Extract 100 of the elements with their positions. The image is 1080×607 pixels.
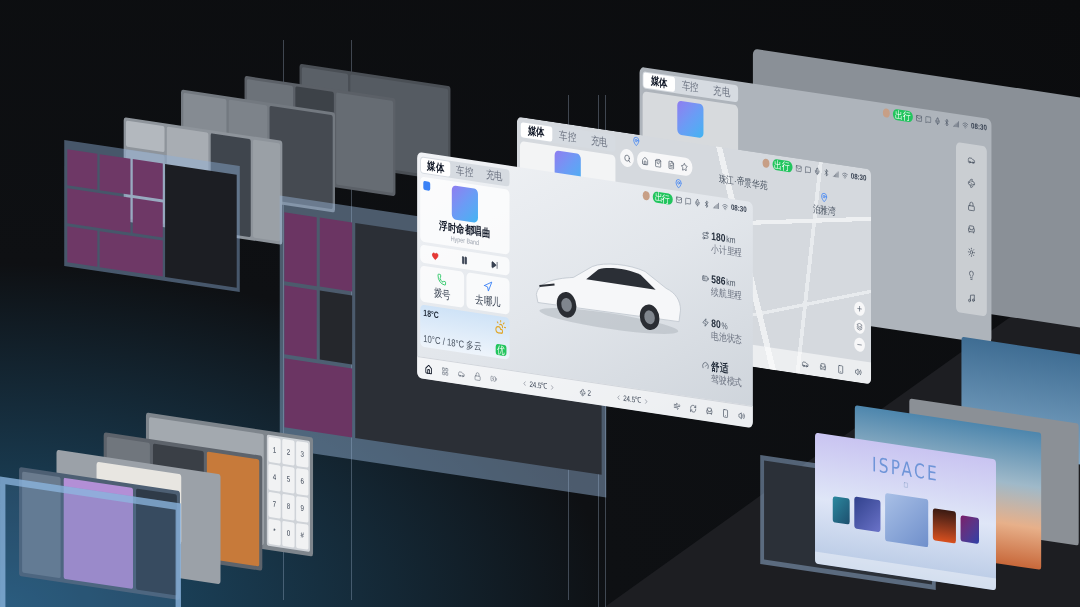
mail-icon bbox=[915, 113, 922, 123]
wifi-icon bbox=[721, 202, 728, 212]
stat-value: 80 bbox=[711, 316, 721, 331]
car-icon[interactable] bbox=[967, 154, 976, 166]
theme-card bbox=[832, 496, 850, 525]
tab[interactable]: 充电 bbox=[479, 166, 509, 186]
keypad-key[interactable]: 4 bbox=[268, 464, 281, 492]
status-badge: 出行 bbox=[892, 108, 913, 123]
layers-button[interactable] bbox=[854, 318, 865, 335]
lock-icon[interactable] bbox=[967, 200, 976, 212]
keypad-key[interactable]: 5 bbox=[282, 466, 295, 494]
mail-icon bbox=[675, 195, 682, 205]
display-tile bbox=[67, 226, 98, 267]
layers-icon bbox=[856, 322, 863, 332]
volume-icon[interactable] bbox=[854, 366, 862, 377]
bluetooth-icon bbox=[943, 117, 950, 127]
shortcut-button[interactable]: 拨号 bbox=[420, 265, 464, 308]
lightning-icon bbox=[702, 317, 709, 328]
tab[interactable]: 车控 bbox=[450, 161, 480, 182]
lock-icon[interactable] bbox=[474, 371, 482, 382]
battery-charging-icon[interactable] bbox=[490, 373, 498, 384]
tab[interactable]: 媒体 bbox=[421, 157, 451, 177]
smartphone-icon[interactable] bbox=[837, 363, 845, 374]
car-icon[interactable] bbox=[457, 369, 465, 380]
stat-value: 586 bbox=[711, 273, 726, 288]
star-icon[interactable] bbox=[680, 161, 688, 172]
theme-card bbox=[932, 508, 956, 544]
fan-icon[interactable] bbox=[579, 387, 586, 397]
map-pin-icon bbox=[674, 178, 683, 190]
chevron-right-icon[interactable] bbox=[549, 383, 556, 392]
fan-speed: 2 bbox=[587, 387, 591, 399]
keypad-key[interactable]: 9 bbox=[296, 495, 309, 523]
seat-icon[interactable] bbox=[967, 223, 976, 235]
avatar[interactable] bbox=[762, 158, 770, 169]
search-button[interactable] bbox=[620, 147, 634, 168]
refresh-icon[interactable] bbox=[689, 403, 697, 414]
seat-icon[interactable] bbox=[819, 361, 827, 372]
keypad-key[interactable]: * bbox=[268, 518, 281, 546]
status-badge: 出行 bbox=[652, 190, 673, 205]
map-pin-icon bbox=[820, 191, 828, 203]
microphone-icon bbox=[694, 198, 701, 208]
album-art bbox=[677, 100, 704, 139]
grid-icon[interactable] bbox=[441, 366, 449, 377]
chevron-left-icon[interactable] bbox=[521, 379, 528, 388]
clock-time: 08:30 bbox=[971, 120, 987, 134]
display-tile bbox=[99, 231, 163, 277]
microphone-icon bbox=[934, 116, 941, 126]
brand-title: ISPACE bbox=[871, 453, 940, 485]
music-icon[interactable] bbox=[967, 293, 976, 305]
keypad-key[interactable]: 7 bbox=[268, 491, 281, 519]
seat-icon[interactable] bbox=[705, 406, 713, 417]
route-icon bbox=[702, 230, 709, 241]
tab[interactable]: 媒体 bbox=[643, 72, 675, 92]
place-label: 珠江·帝景华苑 bbox=[718, 172, 768, 191]
signal-icon bbox=[712, 201, 719, 210]
lightbulb-icon[interactable] bbox=[967, 270, 976, 282]
keypad-key[interactable]: # bbox=[296, 522, 309, 550]
zoom-in-button[interactable] bbox=[854, 300, 865, 317]
car-icon[interactable] bbox=[801, 358, 809, 369]
chevron-right-icon[interactable] bbox=[643, 397, 649, 406]
keypad-key[interactable]: 1 bbox=[268, 436, 281, 464]
stat-value: 180 bbox=[711, 229, 726, 244]
mail-icon bbox=[795, 163, 802, 173]
sun-icon[interactable] bbox=[967, 246, 976, 258]
stat-label: 电池状态 bbox=[711, 329, 743, 346]
message-icon bbox=[684, 196, 691, 206]
display-tile bbox=[132, 159, 163, 200]
document-icon[interactable] bbox=[667, 159, 675, 170]
keypad-key[interactable]: 0 bbox=[282, 520, 295, 548]
place-label: 泊雅湾 bbox=[812, 202, 836, 218]
heart-icon[interactable] bbox=[431, 250, 439, 261]
shopping-bag-icon[interactable] bbox=[654, 157, 662, 168]
keypad-key[interactable]: 3 bbox=[296, 440, 309, 469]
zoom-out-button[interactable] bbox=[854, 336, 865, 353]
shortcut-button[interactable]: 去哪儿 bbox=[466, 272, 510, 315]
keypad-key[interactable]: 2 bbox=[282, 438, 295, 466]
signal-icon bbox=[952, 119, 959, 128]
smartphone-icon[interactable] bbox=[722, 408, 729, 419]
next-icon[interactable] bbox=[491, 259, 499, 270]
chevron-left-icon[interactable] bbox=[615, 393, 621, 402]
keypad-key[interactable]: 8 bbox=[282, 493, 295, 521]
tab[interactable]: 车控 bbox=[552, 126, 584, 147]
home-icon[interactable] bbox=[424, 363, 433, 375]
tab[interactable]: 充电 bbox=[706, 81, 738, 102]
stat-label: 续航里程 bbox=[711, 286, 743, 302]
tab[interactable]: 车控 bbox=[674, 76, 707, 97]
tab[interactable]: 充电 bbox=[583, 131, 615, 152]
display-tile bbox=[99, 154, 131, 195]
microphone-icon bbox=[813, 166, 820, 176]
pause-icon[interactable] bbox=[461, 255, 469, 266]
bluetooth-icon bbox=[823, 167, 830, 177]
volume-icon[interactable] bbox=[738, 410, 746, 421]
keypad-key[interactable]: 6 bbox=[296, 468, 309, 496]
tab[interactable]: 媒体 bbox=[520, 122, 553, 142]
wind-icon[interactable] bbox=[673, 401, 681, 412]
avatar[interactable] bbox=[642, 190, 650, 201]
fan-icon[interactable] bbox=[967, 177, 976, 189]
message-icon bbox=[924, 114, 931, 124]
map-pin-icon bbox=[632, 135, 641, 147]
wifi-icon bbox=[841, 170, 848, 180]
